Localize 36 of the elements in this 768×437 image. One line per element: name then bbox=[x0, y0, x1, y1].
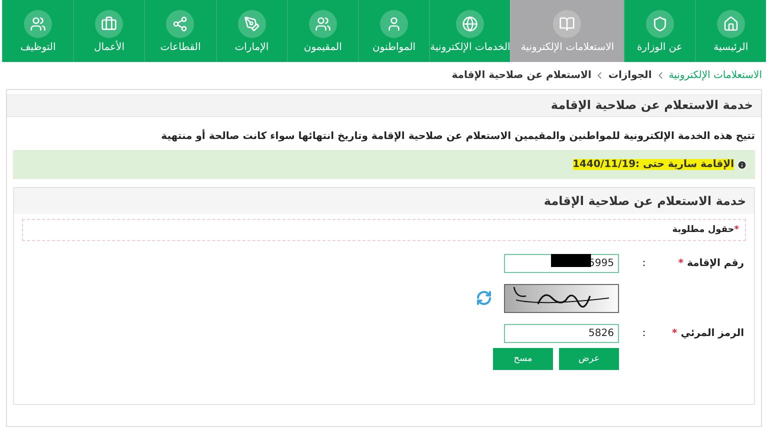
breadcrumb-link[interactable]: الاستعلامات الإلكترونية bbox=[668, 70, 762, 81]
page-title: خدمة الاستعلام عن صلاحية الإقامة bbox=[7, 94, 761, 117]
refresh-icon[interactable] bbox=[476, 290, 492, 306]
people-icon bbox=[308, 10, 337, 38]
breadcrumb-item: الجوازات bbox=[608, 70, 652, 81]
field-label: الرمز المرئي * bbox=[671, 328, 744, 338]
input-field[interactable]: 5826 bbox=[504, 324, 619, 342]
briefcase-icon bbox=[95, 10, 124, 38]
share-icon bbox=[166, 10, 194, 38]
nav-tab[interactable]: المقيمون bbox=[286, 0, 358, 62]
nav-tab[interactable]: الاستعلامات الإلكترونية bbox=[510, 0, 624, 62]
nav-tab[interactable]: القطاعات bbox=[144, 0, 216, 62]
people-icon bbox=[24, 10, 52, 38]
nav-tab[interactable]: الأعمال bbox=[73, 0, 144, 62]
nav-tab[interactable]: الرئيسية bbox=[694, 0, 766, 62]
nav-tab[interactable]: المواطنون bbox=[358, 0, 430, 62]
nav-tab[interactable]: التوظيف bbox=[2, 0, 74, 62]
form-button[interactable]: عرض bbox=[559, 348, 619, 370]
nav-tab[interactable]: الخدمات الإلكترونية bbox=[429, 0, 510, 62]
colon: : bbox=[641, 258, 647, 268]
globe-icon bbox=[456, 10, 484, 38]
description: تتيح هذه الخدمة الإلكترونية للمواطنين والمقيمين الاستعلام عن صلاحية الإقامة وتاريخ انتهائها سواء كانت صالحة أو منتهية bbox=[160, 128, 756, 144]
nav-tab[interactable]: الإمارات bbox=[216, 0, 287, 62]
person-icon bbox=[380, 10, 408, 38]
colon: : bbox=[641, 328, 647, 338]
alert-text: الإقامة سارية حتى :1440/11/19 bbox=[572, 159, 734, 170]
home-icon bbox=[716, 10, 745, 38]
info-icon bbox=[737, 160, 747, 170]
required-note: * حقول مطلوبة bbox=[22, 219, 746, 241]
book-icon bbox=[553, 10, 582, 38]
shield-icon bbox=[646, 10, 674, 38]
breadcrumb-item: الاستعلام عن صلاحية الإقامة bbox=[452, 70, 592, 81]
pen-icon bbox=[238, 10, 266, 38]
form-button[interactable]: مسح bbox=[493, 348, 553, 370]
field-label: رقم الإقامة * bbox=[677, 258, 744, 268]
form-title: خدمة الاستعلام عن صلاحية الإقامة bbox=[14, 188, 754, 214]
